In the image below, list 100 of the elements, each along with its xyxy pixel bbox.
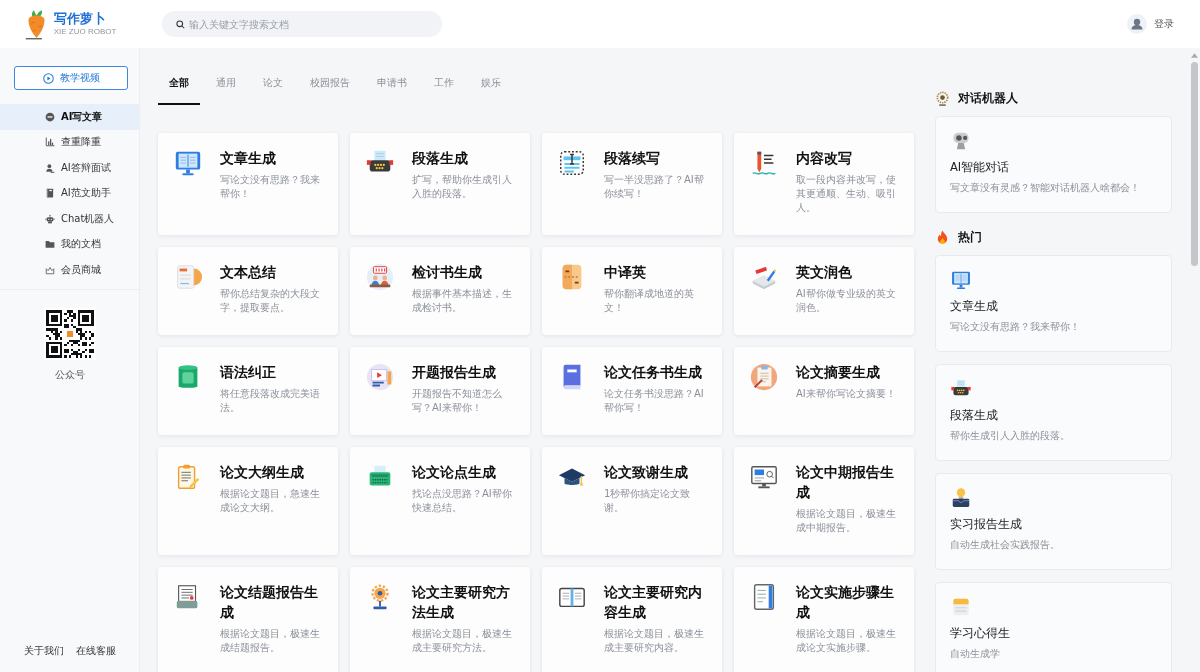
tool-card[interactable]: 开题报告生成 开题报告不知道怎么写？AI来帮你！ bbox=[350, 347, 530, 435]
tool-card[interactable]: 论文实施步骤生成 根据论文题目，极速生成论文实施步骤。 bbox=[734, 567, 914, 672]
people-icon bbox=[365, 262, 395, 292]
play-icon bbox=[42, 72, 54, 84]
clipboard-icon bbox=[749, 362, 779, 392]
card-description: 根据论文题目，极速生成结题报告。 bbox=[220, 627, 321, 655]
card-description: 根据事件基本描述，生成检讨书。 bbox=[412, 287, 513, 315]
card-description: 根据论文题目，极速生成主要研究方法。 bbox=[412, 627, 513, 655]
card-title: 论文中期报告生成 bbox=[796, 463, 895, 502]
card-description: 根据论文题目，极速生成论文实施步骤。 bbox=[796, 627, 897, 655]
video-button[interactable]: 教学视频 bbox=[14, 66, 128, 90]
tool-card[interactable]: 段落续写 写一半没思路了？AI帮你续写！ bbox=[542, 133, 722, 235]
robot-icon bbox=[950, 130, 972, 152]
tool-card[interactable]: 论文主要研究内容生成 根据论文题目，极速生成主要研究内容。 bbox=[542, 567, 722, 672]
card-title: 语法纠正 bbox=[220, 363, 277, 382]
feature-card[interactable]: AI智能对话 写文章没有灵感？智能对话机器人啥都会！ bbox=[935, 116, 1172, 213]
card-description: 帮你翻译成地道的英文！ bbox=[604, 287, 695, 315]
nav-item[interactable]: Chat机器人 bbox=[0, 206, 139, 232]
tool-card[interactable]: 英文润色 AI帮你做专业级的英文润色。 bbox=[734, 247, 914, 335]
card-description: 自动生成学 bbox=[950, 647, 1001, 661]
card-title: 论文论点生成 bbox=[412, 463, 497, 482]
feature-card[interactable]: 段落生成 帮你生成引人入胜的段落。 bbox=[935, 364, 1172, 461]
book-monitor-icon bbox=[950, 269, 972, 291]
scroll-up-icon[interactable] bbox=[1191, 53, 1198, 58]
tool-card[interactable]: 论文致谢生成 1秒帮你搞定论文致谢。 bbox=[542, 447, 722, 555]
card-description: 扩写，帮助你生成引人入胜的段落。 bbox=[412, 173, 513, 201]
feature-card[interactable]: 文章生成 写论文没有思路？我来帮你！ bbox=[935, 255, 1172, 352]
section-title: 热门 bbox=[958, 230, 982, 244]
tool-card[interactable]: 文章生成 写论文没有思路？我来帮你！ bbox=[158, 133, 338, 235]
card-description: 开题报告不知道怎么写？AI来帮你！ bbox=[412, 387, 503, 415]
card-description: 帮你生成引人入胜的段落。 bbox=[950, 429, 1071, 443]
card-description: 根据论文题目，极速生成中期报告。 bbox=[796, 507, 897, 535]
tool-card[interactable]: 检讨书生成 根据事件基本描述，生成检讨书。 bbox=[350, 247, 530, 335]
card-description: 自动生成社会实践报告。 bbox=[950, 538, 1061, 552]
nav-item[interactable]: AI写文章 bbox=[0, 104, 139, 130]
section-title: 对话机器人 bbox=[958, 91, 1018, 105]
folder-icon bbox=[45, 239, 55, 250]
card-title: 论文大纲生成 bbox=[220, 463, 305, 482]
tool-card[interactable]: 内容改写 取一段内容并改写，使其更通顺、生动、吸引人。 bbox=[734, 133, 914, 235]
feature-card[interactable]: 实习报告生成 自动生成社会实践报告。 bbox=[935, 473, 1172, 570]
book-icon bbox=[45, 188, 55, 199]
card-title: 论文主要研究内容生成 bbox=[604, 583, 703, 622]
card-title: 论文任务书生成 bbox=[604, 363, 703, 382]
card-description: 找论点没思路？AI帮你快速总结。 bbox=[412, 487, 513, 515]
tool-card[interactable]: 论文主要研究方法生成 根据论文题目，极速生成主要研究方法。 bbox=[350, 567, 530, 672]
bar-chart-icon bbox=[45, 137, 55, 148]
card-title: 论文致谢生成 bbox=[604, 463, 689, 482]
tool-card[interactable]: 语法纠正 将任意段落改成完美语法。 bbox=[158, 347, 338, 435]
footer-link[interactable]: 在线客服 bbox=[75, 644, 116, 658]
tool-card[interactable]: 段落生成 扩写，帮助你生成引人入胜的段落。 bbox=[350, 133, 530, 235]
login-button[interactable]: 登录 bbox=[1127, 14, 1174, 34]
card-title: 内容改写 bbox=[796, 149, 853, 168]
search-icon bbox=[176, 19, 185, 29]
card-title: AI智能对话 bbox=[950, 160, 1011, 174]
tool-card[interactable]: 文本总结 帮你总结复杂的大段文字，提取要点。 bbox=[158, 247, 338, 335]
tab[interactable]: 全部 bbox=[158, 63, 200, 105]
card-description: 将任意段落改成完美语法。 bbox=[220, 387, 321, 415]
card-title: 论文摘要生成 bbox=[796, 363, 881, 382]
tool-card[interactable]: 论文任务书生成 论文任务书没思路？AI帮你写！ bbox=[542, 347, 722, 435]
card-description: 写论文没有思路？我来帮你！ bbox=[220, 173, 321, 201]
person-icon bbox=[45, 162, 55, 173]
nav-item[interactable]: 会员商城 bbox=[0, 257, 139, 283]
card-title: 文本总结 bbox=[220, 263, 277, 282]
nav-item[interactable]: AI范文助手 bbox=[0, 180, 139, 206]
gear-icon bbox=[935, 90, 950, 106]
lightbulb-icon bbox=[950, 487, 972, 509]
text-box-icon bbox=[557, 148, 587, 178]
nav-item[interactable]: 我的文档 bbox=[0, 231, 139, 257]
notepad-icon bbox=[950, 596, 972, 618]
card-description: 根据论文题目，急速生成论文大纲。 bbox=[220, 487, 321, 515]
feature-card[interactable]: 学习心得生 自动生成学 bbox=[935, 582, 1172, 672]
card-title: 段落续写 bbox=[604, 149, 661, 168]
robot-icon bbox=[45, 213, 55, 224]
card-title: 文章生成 bbox=[950, 299, 999, 313]
tool-card[interactable]: 论文大纲生成 根据论文题目，急速生成论文大纲。 bbox=[158, 447, 338, 555]
presentation-icon bbox=[365, 362, 395, 392]
card-title: 检讨书生成 bbox=[412, 263, 483, 282]
tool-card[interactable]: 论文中期报告生成 根据论文题目，极速生成中期报告。 bbox=[734, 447, 914, 555]
card-title: 论文结题报告生成 bbox=[220, 583, 319, 622]
scrollbar-thumb[interactable] bbox=[1191, 62, 1198, 266]
footer-link[interactable]: 关于我们 bbox=[23, 644, 64, 658]
card-description: 取一段内容并改写，使其更通顺、生动、吸引人。 bbox=[796, 173, 897, 215]
nav-item[interactable]: 查重降重 bbox=[0, 129, 139, 155]
tool-card[interactable]: 论文结题报告生成 根据论文题目，极速生成结题报告。 bbox=[158, 567, 338, 672]
tool-card[interactable]: 中译英 帮你翻译成地道的英文！ bbox=[542, 247, 722, 335]
search-field[interactable]: 输入关键文字搜索文档 bbox=[162, 11, 442, 37]
nav-item[interactable]: AI答辩面试 bbox=[0, 155, 139, 181]
qr-caption: 公众号 bbox=[54, 367, 85, 382]
flame-icon bbox=[935, 229, 950, 245]
card-title: 中译英 bbox=[604, 263, 647, 282]
card-description: 写一半没思路了？AI帮你续写！ bbox=[604, 173, 705, 201]
crown-icon bbox=[45, 264, 55, 275]
card-description: AI帮你做专业级的英文润色。 bbox=[796, 287, 897, 315]
tool-card[interactable]: 论文论点生成 找论点没思路？AI帮你快速总结。 bbox=[350, 447, 530, 555]
logo-text: 写作萝卜 bbox=[53, 11, 106, 27]
card-description: 根据论文题目，极速生成主要研究内容。 bbox=[604, 627, 705, 655]
card-title: 论文主要研究方法生成 bbox=[412, 583, 511, 622]
card-title: 开题报告生成 bbox=[412, 363, 497, 382]
tool-card[interactable]: 论文摘要生成 AI来帮你写论文摘要！ bbox=[734, 347, 914, 435]
card-description: 写文章没有灵感？智能对话机器人啥都会！ bbox=[950, 181, 1141, 195]
